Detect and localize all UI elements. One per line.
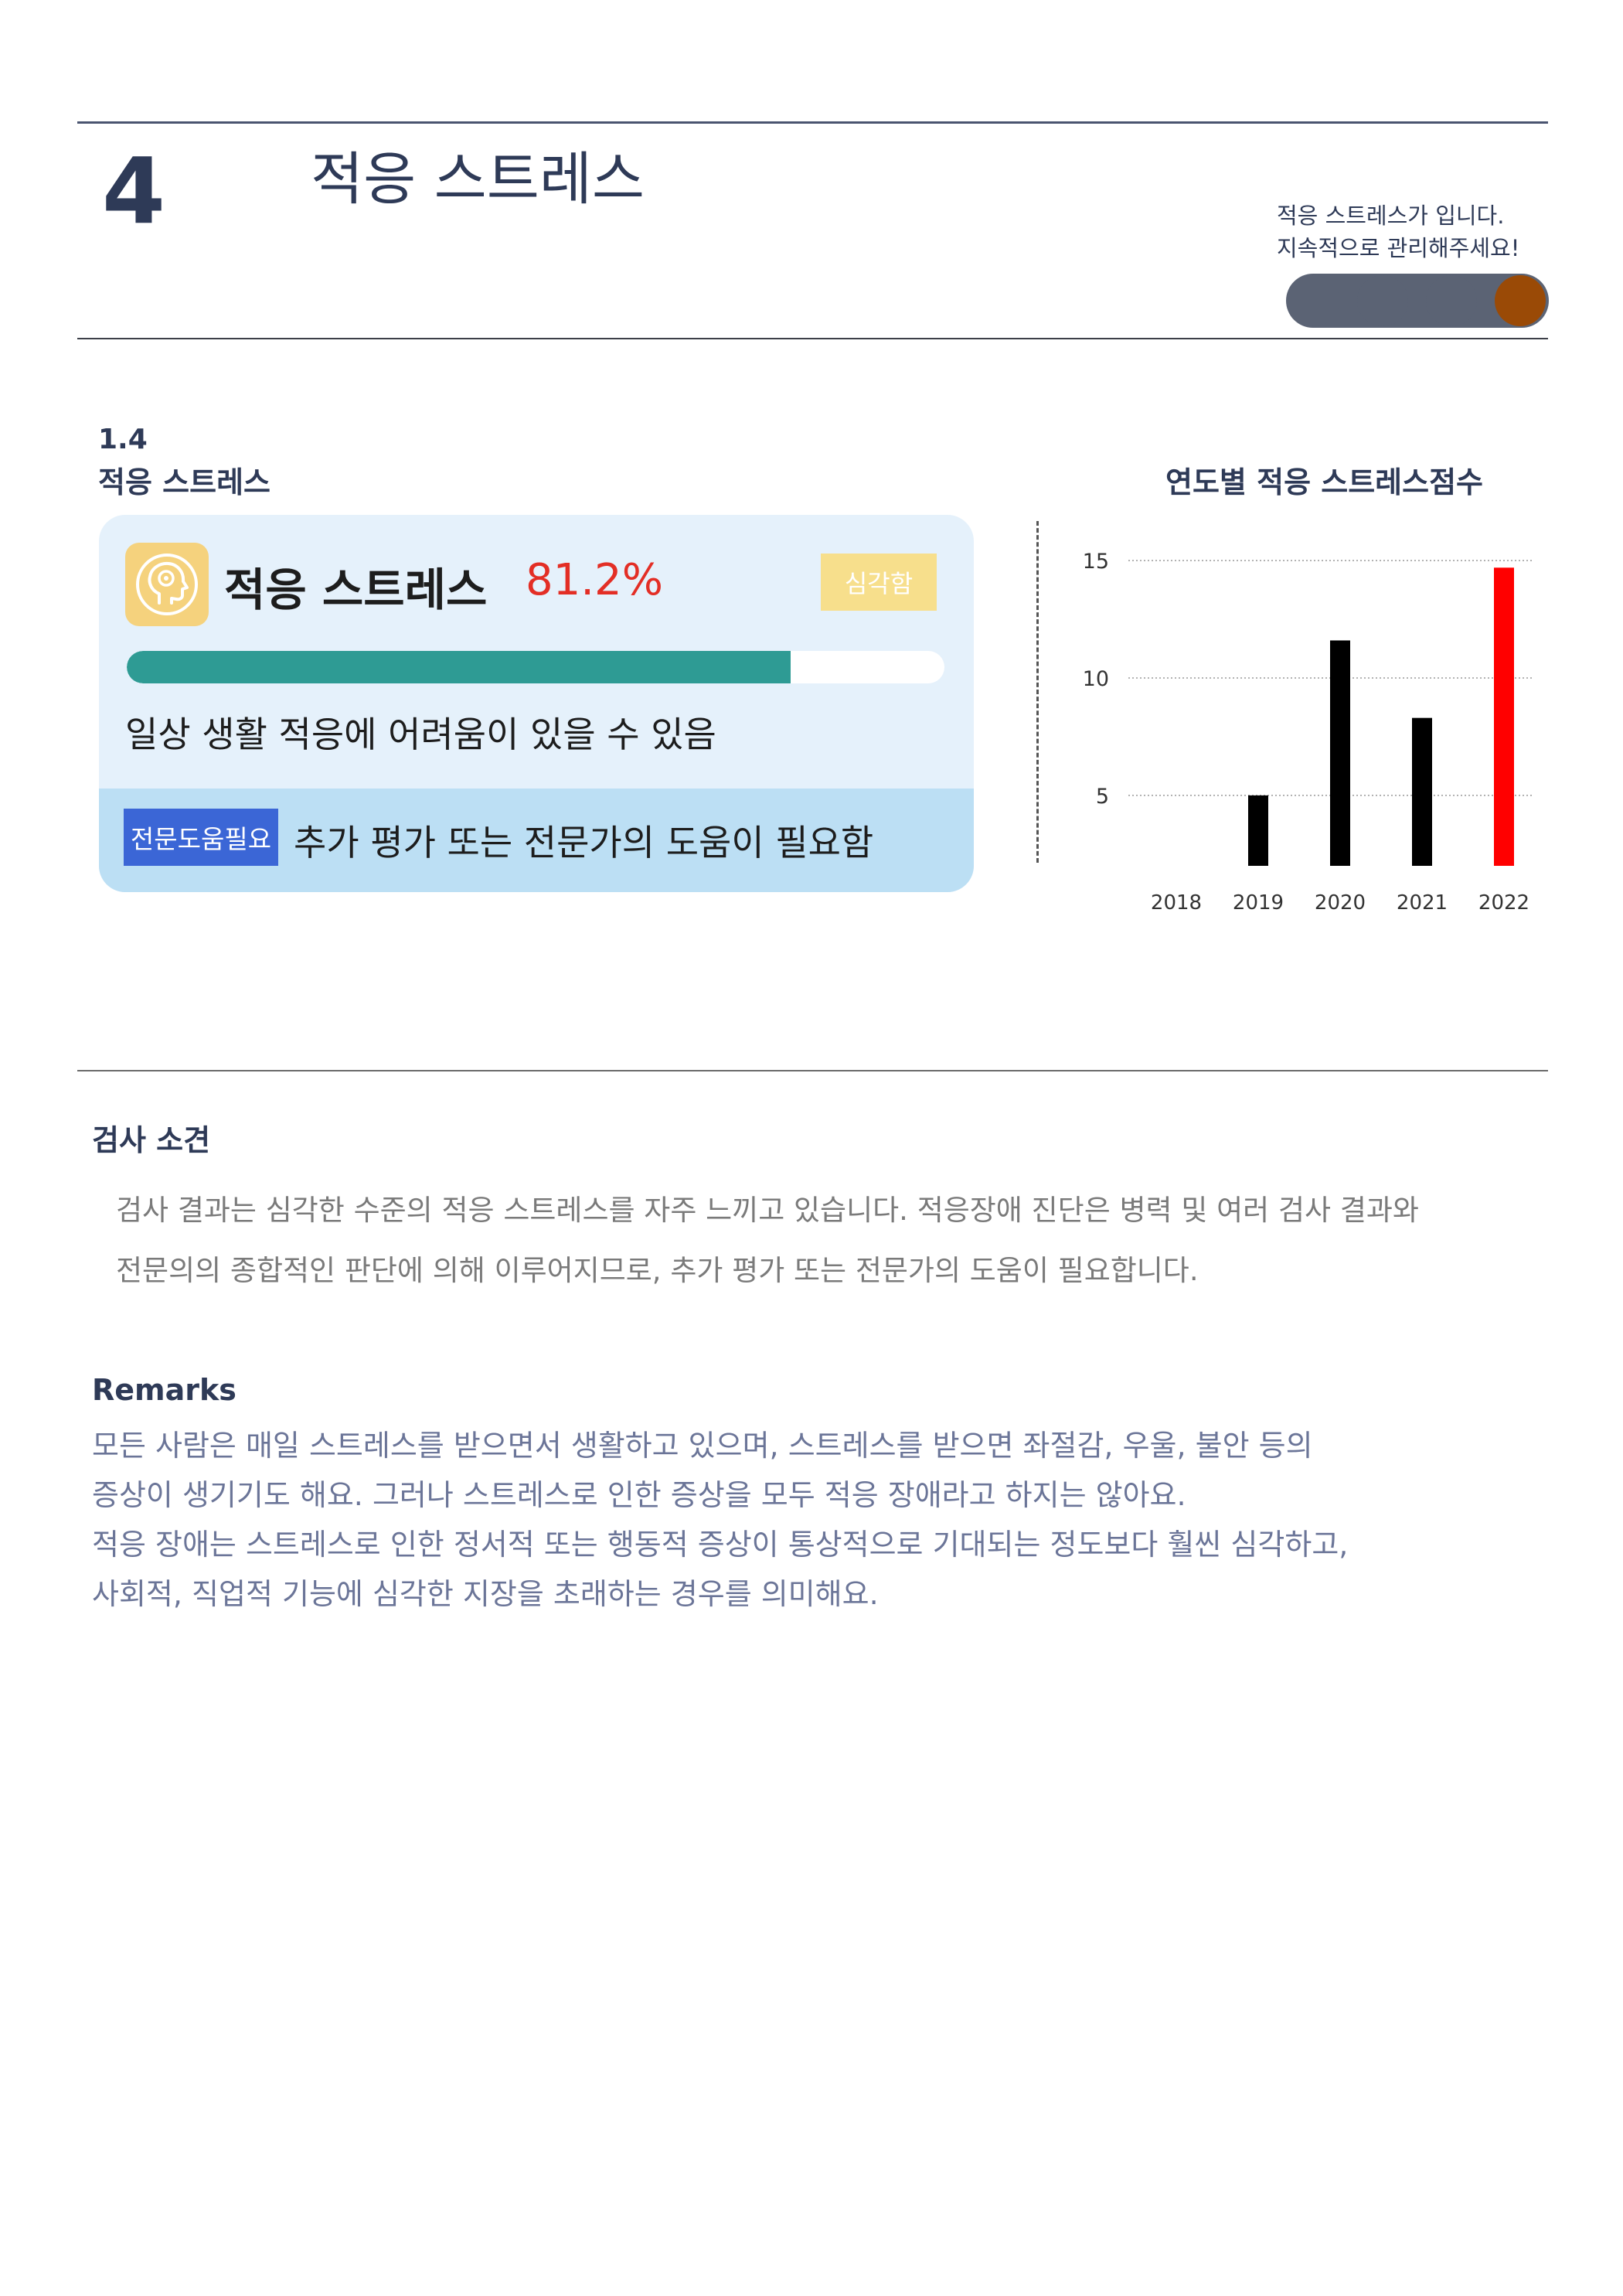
level-dot-4: [1495, 275, 1546, 326]
help-text: 추가 평가 또는 전문가의 도움이 필요함: [294, 822, 874, 864]
findings-body: 검사 결과는 심각한 수준의 적응 스트레스를 자주 느끼고 있습니다. 적응장…: [116, 1180, 1546, 1301]
status-note-line: 지속적으로 관리해주세요!: [1277, 235, 1520, 261]
x-tick-label: 2021: [1397, 891, 1448, 915]
level-indicator: [1286, 274, 1549, 328]
card-score: 81.2%: [526, 555, 663, 605]
remarks-line: 증상이 생기기도 해요. 그러나 스트레스로 인한 증상을 모두 적응 장애라고…: [92, 1478, 1186, 1512]
top-rule: [77, 121, 1548, 124]
progress-fill: [127, 651, 791, 683]
header-bottom-rule: [77, 338, 1548, 339]
findings-heading: 검사 소견: [92, 1123, 211, 1157]
x-tick-label: 2018: [1151, 891, 1202, 915]
level-dot-3: [1426, 275, 1477, 326]
bar-2020: [1330, 640, 1350, 866]
help-badge: 전문도움필요: [124, 809, 278, 866]
section-divider: [77, 1070, 1548, 1071]
severity-badge: 심각함: [821, 554, 937, 611]
remarks-heading: Remarks: [92, 1373, 236, 1407]
progress-track: [127, 651, 944, 683]
findings-line: 검사 결과는 심각한 수준의 적응 스트레스를 자주 느끼고 있습니다. 적응장…: [116, 1194, 1419, 1227]
bar-2021: [1412, 717, 1432, 866]
card-footer: 전문도움필요 추가 평가 또는 전문가의 도움이 필요함: [99, 789, 974, 892]
level-dot-1: [1288, 275, 1339, 326]
x-tick-label: 2020: [1315, 891, 1366, 915]
y-tick-label: 10: [1083, 667, 1109, 691]
section-number: 1.4: [98, 424, 148, 455]
bar-chart: 5 10 15 2018 2019 2020 2021 2022: [1083, 550, 1534, 915]
level-dot-2: [1357, 275, 1408, 326]
chart-divider: [1036, 521, 1039, 863]
result-card: 적응 스트레스 81.2% 심각함 일상 생활 적응에 어려움이 있을 수 있음…: [99, 515, 974, 892]
status-note: 적응 스트레스가 입니다. 지속적으로 관리해주세요!: [1277, 199, 1519, 264]
status-note-line: 적응 스트레스가 입니다.: [1277, 203, 1505, 229]
card-description: 일상 생활 적응에 어려움이 있을 수 있음: [125, 714, 716, 755]
y-tick-label: 15: [1083, 550, 1109, 574]
chapter-number: 4: [102, 138, 166, 244]
x-tick-label: 2019: [1233, 891, 1284, 915]
head-icon: [125, 543, 209, 626]
x-tick-label: 2022: [1478, 891, 1529, 915]
remarks-line: 적응 장애는 스트레스로 인한 정서적 또는 행동적 증상이 통상적으로 기대되…: [92, 1528, 1349, 1562]
bar-2022: [1494, 567, 1514, 866]
chapter-title: 적응 스트레스: [311, 146, 645, 213]
chart-title: 연도별 적응 스트레스점수: [1165, 465, 1484, 499]
remarks-line: 모든 사람은 매일 스트레스를 받으면서 생활하고 있으며, 스트레스를 받으면…: [92, 1429, 1313, 1463]
bar-2019: [1248, 795, 1268, 866]
remarks-body: 모든 사람은 매일 스트레스를 받으면서 생활하고 있으며, 스트레스를 받으면…: [92, 1421, 1522, 1619]
remarks-line: 사회적, 직업적 기능에 심각한 지장을 초래하는 경우를 의미해요.: [92, 1577, 879, 1611]
card-title: 적응 스트레스: [224, 564, 488, 616]
y-tick-label: 5: [1096, 785, 1109, 809]
findings-line: 전문의의 종합적인 판단에 의해 이루어지므로, 추가 평가 또는 전문가의 도…: [116, 1254, 1199, 1287]
section-title: 적응 스트레스: [98, 465, 270, 499]
